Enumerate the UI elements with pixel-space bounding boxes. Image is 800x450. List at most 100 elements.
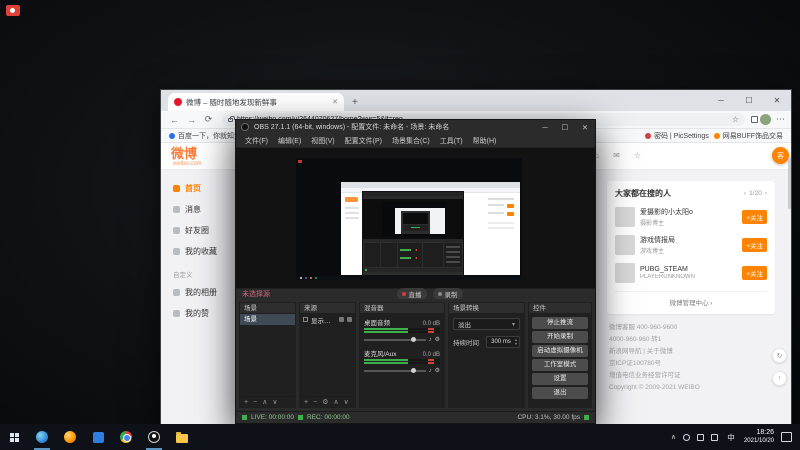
star-icon[interactable]: ☆: [634, 151, 641, 160]
spinner-arrows[interactable]: ▴ ▾: [515, 338, 519, 346]
source-item[interactable]: 显示器采集: [300, 314, 355, 325]
sidebar-item-album[interactable]: 我的相册: [173, 282, 239, 303]
taskbar-clock[interactable]: 18:26 2021/10/20: [744, 429, 774, 445]
menu-profile[interactable]: 配置文件(P): [340, 136, 387, 146]
taskbar-edge[interactable]: [28, 424, 56, 450]
language-indicator[interactable]: 中: [725, 432, 737, 443]
menu-scene-collection[interactable]: 场景集合(C): [387, 136, 435, 146]
mail-icon[interactable]: ✉: [613, 151, 620, 160]
minimize-icon[interactable]: ─: [707, 90, 735, 111]
settings-button[interactable]: 设置: [532, 373, 588, 386]
maximize-icon[interactable]: ☐: [555, 120, 575, 135]
obs-preview[interactable]: [236, 147, 595, 289]
volume-slider[interactable]: [364, 367, 426, 373]
minimize-icon[interactable]: ─: [535, 120, 555, 135]
back-to-top-icon[interactable]: ↑: [772, 371, 787, 386]
mic-icon[interactable]: ♪: [429, 368, 432, 374]
controls-dock-title[interactable]: 控件: [529, 303, 591, 315]
weibo-logo[interactable]: 微博: [171, 147, 197, 160]
studio-mode-button[interactable]: 工作室模式: [532, 359, 588, 372]
avatar[interactable]: [615, 263, 635, 283]
taskbar-obs[interactable]: [140, 424, 168, 450]
menu-edit[interactable]: 编辑(E): [273, 136, 306, 146]
speaker-icon[interactable]: ♪: [429, 337, 432, 343]
close-icon[interactable]: ✕: [763, 90, 791, 111]
volume-slider[interactable]: [364, 336, 426, 342]
remove-source-icon[interactable]: −: [313, 399, 317, 406]
bookmark-picsettings[interactable]: 密码 | PicSettings: [644, 131, 709, 141]
remove-scene-icon[interactable]: −: [253, 399, 257, 406]
page-scrollbar[interactable]: [788, 157, 791, 209]
taskbar-store[interactable]: [84, 424, 112, 450]
scenes-dock-title[interactable]: 场景: [240, 303, 295, 315]
pager-next-icon[interactable]: ›: [765, 190, 767, 197]
follow-button[interactable]: +关注: [742, 266, 767, 280]
sidebar-item-friends[interactable]: 好友圈: [173, 220, 239, 241]
add-scene-icon[interactable]: +: [244, 399, 248, 406]
refresh-icon[interactable]: ⟳: [201, 114, 216, 125]
refresh-fab-icon[interactable]: ↻: [772, 348, 787, 363]
sidebar-item-messages[interactable]: 消息: [173, 199, 239, 220]
follow-button[interactable]: +关注: [742, 238, 767, 252]
volume-icon[interactable]: [696, 433, 704, 441]
avatar[interactable]: [615, 235, 635, 255]
new-tab-button[interactable]: +: [352, 97, 358, 108]
add-source-icon[interactable]: +: [304, 399, 308, 406]
sidebar-item-home[interactable]: 首页: [173, 178, 239, 199]
visibility-eye-icon[interactable]: [339, 317, 344, 323]
sources-dock-title[interactable]: 来源: [300, 303, 355, 315]
sidebar-item-favorites[interactable]: 我的收藏: [173, 241, 239, 262]
duration-spinner[interactable]: 300 ms ▴ ▾: [486, 336, 520, 349]
transition-select[interactable]: 淡出 ▾: [453, 318, 520, 331]
menu-tools[interactable]: 工具(T): [435, 136, 468, 146]
mixer-dock-title[interactable]: 混音器: [360, 303, 444, 315]
avatar[interactable]: [615, 207, 635, 227]
feedback-button[interactable]: 客: [772, 147, 789, 164]
maximize-icon[interactable]: ☐: [735, 90, 763, 111]
extension-icon[interactable]: [751, 116, 758, 123]
move-up-icon[interactable]: ∧: [333, 398, 338, 406]
source-properties-icon[interactable]: ⚙: [322, 398, 328, 406]
network-icon[interactable]: [710, 433, 718, 441]
virtual-camera-button[interactable]: 启动虚拟摄像机: [532, 345, 588, 358]
tray-app-icon[interactable]: [682, 433, 690, 441]
forward-icon[interactable]: →: [184, 115, 199, 125]
taskbar-chrome[interactable]: [112, 424, 140, 450]
pager-prev-icon[interactable]: ‹: [744, 190, 746, 197]
taskbar-explorer[interactable]: [168, 424, 196, 450]
exit-button[interactable]: 退出: [532, 387, 588, 400]
taskbar-firefox[interactable]: [56, 424, 84, 450]
lock-icon[interactable]: [347, 317, 352, 323]
obs-titlebar[interactable]: OBS 27.1.1 (64-bit, windows) - 配置文件: 未命名…: [236, 120, 595, 135]
scene-item[interactable]: 场景: [240, 314, 295, 326]
menu-help[interactable]: 帮助(H): [468, 136, 502, 146]
slider-handle[interactable]: [410, 336, 416, 342]
browser-menu-icon[interactable]: ⋯: [776, 114, 785, 125]
bookmark-buff[interactable]: 网易BUFF饰品交易: [713, 131, 783, 141]
slider-handle[interactable]: [410, 367, 416, 373]
transitions-dock-title[interactable]: 场景转换: [449, 303, 524, 315]
start-recording-button[interactable]: 开始录制: [532, 331, 588, 344]
close-icon[interactable]: ✕: [575, 120, 595, 135]
tab-close-icon[interactable]: ✕: [332, 98, 338, 106]
follow-button[interactable]: +关注: [742, 210, 767, 224]
action-center-icon[interactable]: [781, 432, 792, 442]
bookmark-baidu[interactable]: 百度一下，你就知道: [169, 131, 241, 141]
management-center-link[interactable]: 微博管理中心 ›: [615, 291, 767, 307]
move-up-icon[interactable]: ∧: [262, 398, 267, 406]
favorite-star-icon[interactable]: ☆: [732, 115, 739, 124]
profile-avatar[interactable]: [760, 114, 771, 125]
start-button[interactable]: [0, 424, 28, 450]
stop-streaming-button[interactable]: 停止推流: [532, 317, 588, 330]
move-down-icon[interactable]: ∨: [272, 398, 277, 406]
channel-settings-icon[interactable]: ⚙: [435, 336, 440, 343]
menu-file[interactable]: 文件(F): [240, 136, 273, 146]
back-icon[interactable]: ←: [167, 115, 182, 125]
move-down-icon[interactable]: ∨: [344, 398, 349, 406]
footer-line[interactable]: 新浪网导航 | 关于微博: [609, 346, 775, 358]
tray-chevron-icon[interactable]: ∧: [671, 433, 676, 441]
channel-settings-icon[interactable]: ⚙: [435, 367, 440, 374]
menu-view[interactable]: 视图(V): [306, 136, 339, 146]
tab-weibo[interactable]: 微博 – 随时随地发现新鲜事 ✕: [168, 93, 344, 111]
sidebar-item-likes[interactable]: 我的赞: [173, 303, 239, 324]
